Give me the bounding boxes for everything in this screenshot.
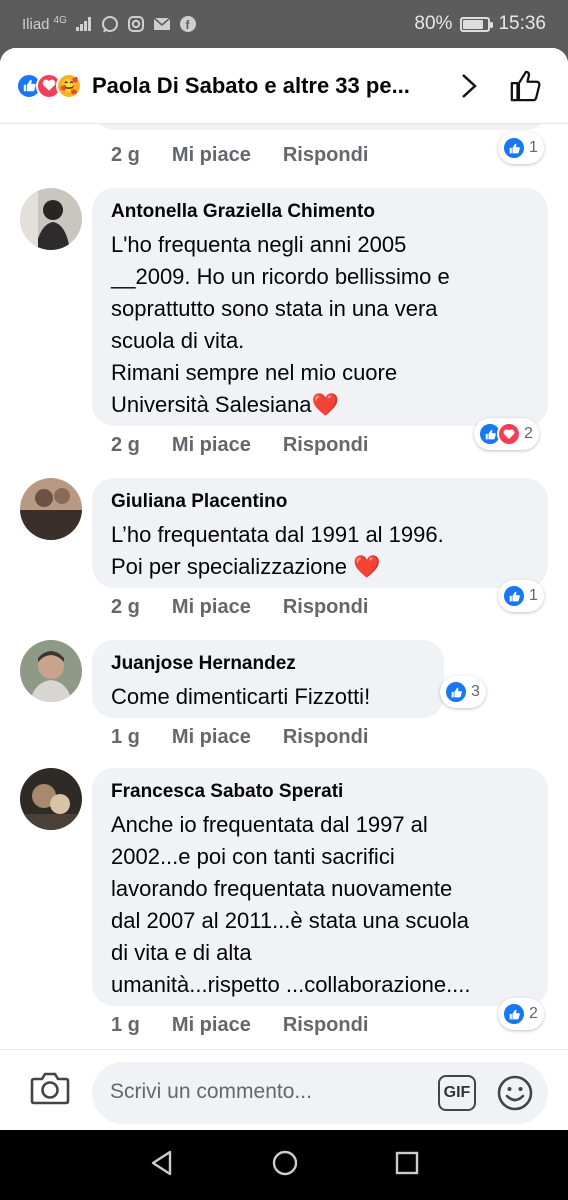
comment-input-placeholder: Scrivi un commento... bbox=[110, 1080, 312, 1103]
avatar[interactable] bbox=[20, 188, 82, 250]
comment-composer: Scrivi un commento... GIF bbox=[0, 1049, 568, 1130]
comment-time: 2 g bbox=[111, 144, 140, 166]
reaction-count-badge[interactable]: 3 bbox=[440, 676, 486, 708]
comments-sheet: 🥰 Paola Di Sabato e altre 33 pe... 2 g M… bbox=[0, 48, 568, 1130]
comment-time: 2 g bbox=[111, 434, 140, 456]
comment-bubble[interactable]: Giuliana Placentino L’ho frequentata dal… bbox=[92, 478, 548, 588]
home-icon[interactable] bbox=[271, 1149, 299, 1182]
battery-icon bbox=[460, 16, 494, 32]
gif-button[interactable]: GIF bbox=[438, 1075, 476, 1111]
comment-meta: 1 g Mi piace Rispondi bbox=[111, 1014, 368, 1037]
comment-text: L’ho frequentata dal 1991 al 1996. Poi p… bbox=[111, 522, 444, 579]
reactors-title[interactable]: Paola Di Sabato e altre 33 pe... bbox=[92, 73, 440, 99]
comment-author[interactable]: Francesca Sabato Sperati bbox=[111, 781, 530, 803]
avatar[interactable] bbox=[20, 478, 82, 540]
status-right: 80% 15:36 bbox=[414, 13, 546, 35]
status-left: Iliad 4G f bbox=[22, 15, 197, 33]
reply-button[interactable]: Rispondi bbox=[283, 434, 369, 457]
love-icon bbox=[497, 422, 521, 446]
clock: 15:36 bbox=[498, 13, 546, 34]
comment-bubble[interactable]: Antonella Graziella Chimento L'ho freque… bbox=[92, 188, 548, 426]
comment-time: 2 g bbox=[111, 596, 140, 618]
comment-text: L'ho frequenta negli anni 2005 __2009. H… bbox=[111, 232, 450, 417]
like-comment-button[interactable]: Mi piace bbox=[172, 596, 251, 619]
reaction-count-badge[interactable]: 1 bbox=[498, 132, 544, 164]
reply-button[interactable]: Rispondi bbox=[283, 1014, 369, 1037]
avatar[interactable] bbox=[20, 768, 82, 830]
comment-meta: 1 g Mi piace Rispondi bbox=[111, 726, 368, 749]
reaction-count: 2 bbox=[524, 425, 533, 442]
comment-time: 1 g bbox=[111, 1014, 140, 1036]
reaction-count-badge[interactable]: 2 bbox=[474, 418, 539, 450]
like-comment-button[interactable]: Mi piace bbox=[172, 144, 251, 167]
comment-meta: 2 g Mi piace Rispondi bbox=[111, 596, 368, 619]
reaction-count: 2 bbox=[529, 1005, 538, 1022]
like-comment-button[interactable]: Mi piace bbox=[172, 434, 251, 457]
facebook-icon: f bbox=[179, 15, 197, 33]
comment-text: Anche io frequentata dal 1997 al 2002...… bbox=[111, 812, 471, 997]
reaction-count: 1 bbox=[529, 139, 538, 156]
like-comment-button[interactable]: Mi piace bbox=[172, 726, 251, 749]
reaction-count-badge[interactable]: 1 bbox=[498, 580, 544, 612]
like-icon bbox=[444, 680, 468, 704]
comment-feed[interactable]: 2 g Mi piace Rispondi 1 Antonella Grazie… bbox=[0, 124, 568, 1049]
chevron-right-icon[interactable] bbox=[460, 72, 478, 107]
like-comment-button[interactable]: Mi piace bbox=[172, 1014, 251, 1037]
status-bar: Iliad 4G f 80% 15:36 bbox=[0, 0, 568, 48]
comment-bubble-partial bbox=[92, 124, 548, 130]
reply-button[interactable]: Rispondi bbox=[283, 596, 369, 619]
reaction-count-badge[interactable]: 2 bbox=[498, 998, 544, 1030]
comment-author[interactable]: Antonella Graziella Chimento bbox=[111, 201, 530, 223]
reply-button[interactable]: Rispondi bbox=[283, 144, 369, 167]
like-icon bbox=[502, 1002, 526, 1026]
emoji-icon[interactable] bbox=[496, 1074, 534, 1112]
back-icon[interactable] bbox=[148, 1149, 176, 1182]
comment-bubble[interactable]: Francesca Sabato Sperati Anche io freque… bbox=[92, 768, 548, 1006]
comment-input[interactable]: Scrivi un commento... GIF bbox=[92, 1062, 548, 1124]
comment-author[interactable]: Juanjose Hernandez bbox=[111, 653, 426, 675]
mail-icon bbox=[153, 15, 171, 33]
like-icon bbox=[502, 584, 526, 608]
comment-bubble[interactable]: Juanjose Hernandez Come dimenticarti Fiz… bbox=[92, 640, 444, 718]
care-icon: 🥰 bbox=[56, 72, 82, 99]
comment-meta: 2 g Mi piace Rispondi bbox=[111, 434, 368, 457]
reaction-count: 3 bbox=[471, 683, 480, 700]
recents-icon[interactable] bbox=[394, 1150, 420, 1181]
header-reaction-icons: 🥰 bbox=[16, 72, 82, 99]
reply-button[interactable]: Rispondi bbox=[283, 726, 369, 749]
carrier-label: Iliad bbox=[22, 15, 50, 33]
comment-time: 1 g bbox=[111, 726, 140, 748]
camera-icon[interactable] bbox=[30, 1070, 70, 1106]
like-icon bbox=[502, 136, 526, 160]
comment-text: Come dimenticarti Fizzotti! bbox=[111, 684, 371, 709]
system-nav-bar bbox=[0, 1130, 568, 1200]
comment-meta: 2 g Mi piace Rispondi bbox=[111, 144, 368, 167]
avatar[interactable] bbox=[20, 640, 82, 702]
reaction-count: 1 bbox=[529, 587, 538, 604]
reactions-header[interactable]: 🥰 Paola Di Sabato e altre 33 pe... bbox=[0, 48, 568, 124]
instagram-icon bbox=[127, 15, 145, 33]
battery-percent: 80% bbox=[414, 13, 453, 34]
signal-icon bbox=[75, 15, 93, 33]
comment-author[interactable]: Giuliana Placentino bbox=[111, 491, 530, 513]
network-label: 4G bbox=[53, 14, 67, 26]
like-post-button[interactable] bbox=[508, 68, 544, 104]
whatsapp-icon bbox=[101, 15, 119, 33]
